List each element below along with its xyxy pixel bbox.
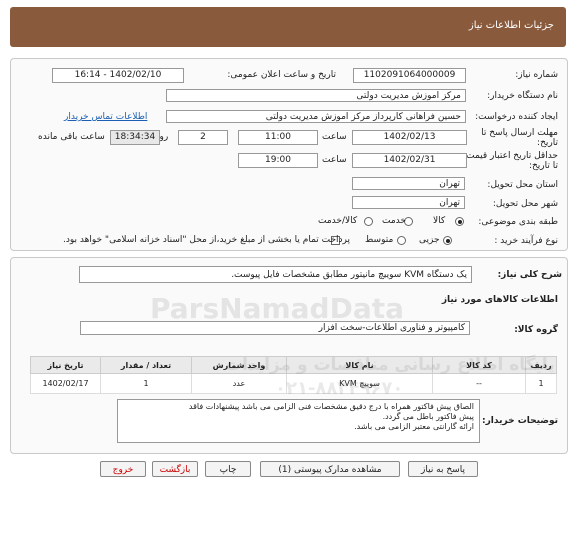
cell-qty: 1 (100, 373, 192, 394)
cell-date: 1402/02/17 (30, 373, 101, 394)
process-option-medium: متوسط (365, 235, 394, 245)
goods-table: ردیف کد کالا نام کالا واحد شمارش تعداد /… (30, 356, 557, 394)
announce-date-label: تاریخ و ساعت اعلان عمومی: (227, 70, 336, 80)
process-label: نوع فرآیند خرید : (494, 236, 558, 246)
treasury-payment-note: پرداخت تمام یا بخشی از مبلغ خرید،از محل … (63, 235, 351, 245)
col-row-header: ردیف (525, 356, 557, 374)
remaining-label: ساعت باقی مانده (38, 132, 105, 142)
category-option-goods-service: کالا/خدمت (318, 216, 358, 226)
deadline-date-field: 1402/02/13 (352, 130, 467, 145)
province-field: تهران (352, 177, 465, 190)
validity-time-field: 19:00 (238, 153, 318, 168)
validity-date-field: 1402/02/31 (352, 153, 467, 168)
buyer-contact-link[interactable]: اطلاعات تماس خریدار (64, 112, 147, 122)
buyer-notes-box: الصاق پیش فاکتور همراه با درج دقیق مشخصا… (117, 399, 480, 443)
requester-field: حسین فراهانی کارپرداز مرکز اموزش مدیریت … (166, 110, 466, 123)
city-field: تهران (352, 196, 465, 209)
table-header-row: ردیف کد کالا نام کالا واحد شمارش تعداد /… (30, 356, 557, 374)
summary-field: یک دستگاه KVM سوییچ مانیتور مطابق مشخصات… (79, 266, 472, 283)
cell-name: سوییچ KVM (286, 373, 433, 394)
goods-group-field: کامپیوتر و فناوری اطلاعات-سخت افزار (80, 321, 470, 335)
city-label: شهر محل تحویل: (492, 199, 558, 209)
process-radio-minor[interactable] (443, 236, 452, 245)
col-code-header: کد کالا (432, 356, 526, 374)
page-title: جزئیات اطلاعات نیاز (468, 20, 554, 31)
category-radio-goods[interactable] (455, 217, 464, 226)
category-label: طبقه بندی موضوعی: (478, 217, 558, 227)
buyer-note-line: ارائه گارانتی معتبر الزامی می باشد. (354, 422, 474, 431)
cell-row: 1 (525, 373, 557, 394)
back-button[interactable]: بازگشت (152, 461, 198, 477)
remaining-time-field: 18:34:34 (110, 130, 160, 145)
goods-group-label: گروه کالا: (514, 325, 558, 335)
col-date-header: تاریخ نیاز (30, 356, 101, 374)
col-name-header: نام کالا (286, 356, 433, 374)
province-label: استان محل تحویل: (487, 180, 558, 190)
remaining-days-field: 2 (178, 130, 228, 145)
category-option-service: خدمت (382, 216, 406, 226)
requester-label: ایجاد کننده درخواست: (475, 112, 558, 122)
cell-code: -- (432, 373, 526, 394)
category-radio-goods-service[interactable] (364, 217, 373, 226)
validity-time-label: ساعت (322, 155, 347, 165)
table-row: 1 -- سوییچ KVM عدد 1 1402/02/17 (30, 373, 557, 394)
need-number-field: 1102091064000009 (353, 68, 466, 83)
need-number-label: شماره نیاز: (515, 70, 558, 80)
deadline-time-field: 11:00 (238, 130, 318, 145)
goods-info-title: اطلاعات کالاهای مورد نیاز (441, 295, 558, 305)
process-radio-medium[interactable] (397, 236, 406, 245)
buyer-notes-label: توضیحات خریدار: (482, 416, 558, 426)
summary-label: شرح کلی نیاز: (497, 270, 562, 280)
announce-date-field: 1402/02/10 - 16:14 (52, 68, 184, 83)
buyer-note-line: الصاق پیش فاکتور همراه با درج دقیق مشخصا… (188, 402, 474, 411)
buyer-org-field: مرکز اموزش مدیریت دولتی (166, 89, 466, 102)
validity-label: حداقل تاریخ اعتبار قیمت تا تاریخ: (466, 151, 558, 171)
reply-button[interactable]: پاسخ به نیاز (408, 461, 478, 477)
col-qty-header: تعداد / مقدار (100, 356, 192, 374)
category-option-goods: کالا (433, 216, 446, 226)
exit-button[interactable]: خروج (100, 461, 146, 477)
view-attachments-button[interactable]: مشاهده مدارک پیوستی (1) (260, 461, 400, 477)
buyer-note-line: پیش فاکتور باطل می گردد. (382, 412, 474, 421)
deadline-time-label: ساعت (322, 132, 347, 142)
deadline-label: مهلت ارسال پاسخ تا تاریخ: (481, 128, 558, 148)
print-button[interactable]: چاپ (205, 461, 251, 477)
process-option-minor: جزیی (419, 235, 440, 245)
page-header: جزئیات اطلاعات نیاز (10, 7, 566, 47)
col-unit-header: واحد شمارش (191, 356, 287, 374)
buyer-org-label: نام دستگاه خریدار: (487, 91, 558, 101)
cell-unit: عدد (191, 373, 287, 394)
